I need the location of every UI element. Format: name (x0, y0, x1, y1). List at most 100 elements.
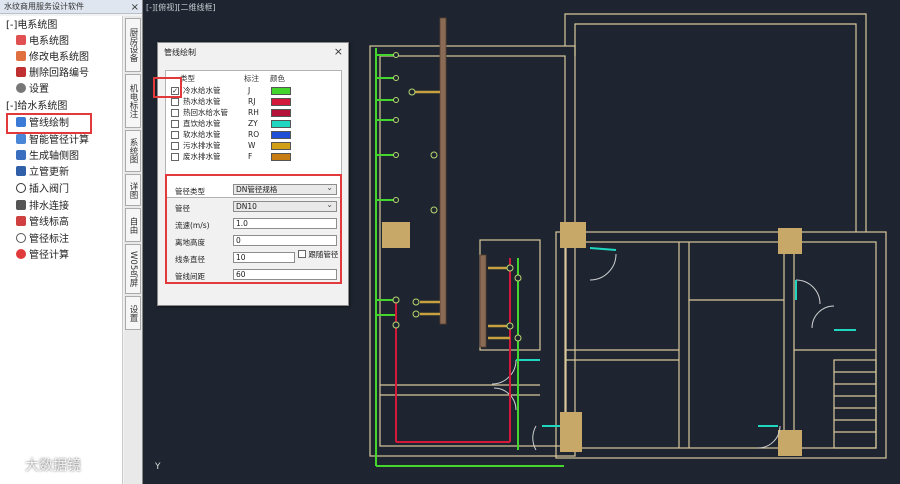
height-label: 离地高度 (175, 238, 205, 247)
pipe-row-sewage[interactable]: 污水排水管 W (171, 141, 339, 151)
delete-icon (16, 67, 26, 77)
tree-item-insert-valve[interactable]: 插入阀门 (16, 182, 69, 197)
tab-free[interactable]: 自由 (125, 208, 141, 242)
tree-item-smart-diameter[interactable]: 智能管径计算 (16, 133, 89, 148)
tree-item-axonometric[interactable]: 生成轴侧图 (16, 149, 79, 164)
pipe-row-drinking[interactable]: 直饮给水管 ZY (171, 119, 339, 129)
diagram-icon (16, 35, 26, 45)
viewport-label[interactable]: [-][俯视][二维线框] (146, 2, 216, 13)
follow-diameter-option[interactable]: 跟随管径 (298, 249, 338, 260)
pipe-row-hot-return[interactable]: 热回水给水管 RH (171, 108, 339, 118)
color-swatch[interactable] (271, 142, 291, 150)
tab-detail[interactable]: 详图 (125, 174, 141, 206)
color-swatch[interactable] (271, 153, 291, 161)
checkbox-hot[interactable] (171, 98, 179, 106)
ucs-axis-label: Y (155, 462, 161, 472)
doors (491, 253, 835, 451)
color-swatch[interactable] (271, 87, 291, 95)
checkbox-soft[interactable] (171, 131, 179, 139)
height-input[interactable]: 0 (233, 235, 337, 246)
draw-pipe-dialog: 管线绘制 × 类型 标注 颜色 ✓ 冷水给水管 J 热水给水管 RJ 热回水给水… (157, 42, 349, 306)
color-swatch[interactable] (271, 120, 291, 128)
tree-item-label: 智能管径计算 (29, 135, 89, 146)
watermark-text: 大数据镜 (25, 458, 81, 474)
pipe-name: 废水排水管 (183, 152, 221, 161)
panel-title: 水纹商用服务设计软件 × (0, 0, 142, 14)
pipe-row-cold[interactable]: ✓ 冷水给水管 J (171, 86, 339, 96)
header-color: 颜色 (270, 74, 285, 83)
pipe-code: J (248, 86, 251, 95)
tab-system-diagram[interactable]: 系统图 (125, 130, 141, 172)
pipe-code: F (248, 152, 253, 161)
checkbox-drinking[interactable] (171, 120, 179, 128)
tree-item-diameter-calc[interactable]: 管径计算 (16, 248, 69, 263)
riser-icon (16, 166, 26, 176)
watermark: 大数据镜 (6, 455, 81, 475)
tree-item-label: 删除回路编号 (29, 68, 89, 79)
panel-title-text: 水纹商用服务设计软件 (4, 2, 84, 11)
tree-item-diameter-label[interactable]: 管径标注 (16, 232, 69, 247)
tree-item-label: 管径标注 (29, 234, 69, 245)
pipe-code: RJ (248, 97, 256, 106)
valve-icon (16, 183, 26, 193)
color-swatch[interactable] (271, 98, 291, 106)
checkbox-hot-return[interactable] (171, 109, 179, 117)
tree-item-settings[interactable]: 设置 (16, 82, 49, 97)
pipe-code: RO (248, 130, 260, 139)
tab-kitchen-equipment[interactable]: 厨房设备 (125, 18, 141, 72)
tree-item-label: 排水连接 (29, 201, 69, 212)
diameter-type-select[interactable]: DN管径规格 (233, 183, 337, 195)
spacing-input[interactable]: 60 (233, 269, 337, 280)
diameter-type-label: 管径类型 (175, 187, 205, 196)
pipe-name: 软水给水管 (183, 130, 221, 139)
pipe-code: W (248, 141, 256, 150)
checkbox-sewage[interactable] (171, 142, 179, 150)
close-icon[interactable]: × (334, 45, 343, 58)
tree-item-pipe-elevation[interactable]: 管线标高 (16, 215, 69, 230)
tree-item-delete-circuit[interactable]: 删除回路编号 (16, 66, 89, 81)
diameter-label: 管径 (175, 204, 190, 213)
door-leaves (516, 247, 856, 427)
tree-group-water[interactable]: [-]给水系统图 (6, 99, 67, 114)
color-swatch[interactable] (271, 109, 291, 117)
tree-item-electric-diagram[interactable]: 电系统图 (16, 34, 69, 49)
tree-item-label: 立管更新 (29, 167, 69, 178)
tree-item-label: 修改电系统图 (29, 52, 89, 63)
tree-group-electric[interactable]: [-]电系统图 (6, 18, 57, 33)
checkbox-waste[interactable] (171, 153, 179, 161)
color-swatch[interactable] (271, 131, 291, 139)
close-icon[interactable]: × (131, 1, 139, 15)
header-type: 类型 (180, 74, 195, 83)
tree-item-label: 管线标高 (29, 217, 69, 228)
pipe-name: 直饮给水管 (183, 119, 221, 128)
axonometric-icon (16, 150, 26, 160)
pipe-params-group: 管径类型 DN管径规格 管径 DN10 流速(m/s) 1.0 离地高度 0 线… (165, 174, 342, 284)
gear-icon (16, 83, 26, 93)
tree-item-edit-electric[interactable]: 修改电系统图 (16, 50, 89, 65)
tree-item-label: 管径计算 (29, 250, 69, 261)
tab-mep-annotation[interactable]: 机电标注 (125, 74, 141, 128)
drain-icon (16, 200, 26, 210)
diameter-select[interactable]: DN10 (233, 200, 337, 212)
tab-w05[interactable]: W05鸟屏 (125, 244, 141, 294)
tree-item-riser-update[interactable]: 立管更新 (16, 165, 69, 180)
pipe-code: RH (248, 108, 259, 117)
tab-settings[interactable]: 设置 (125, 296, 141, 330)
pipe-row-hot[interactable]: 热水给水管 RJ (171, 97, 339, 107)
line-diameter-input[interactable]: 10 (233, 252, 295, 263)
tree-item-label: 电系统图 (29, 36, 69, 47)
pipe-row-soft[interactable]: 软水给水管 RO (171, 130, 339, 140)
highlight-draw-pipe (6, 113, 92, 134)
pipe-name: 热回水给水管 (183, 108, 228, 117)
flow-label: 流速(m/s) (175, 221, 210, 230)
calc-icon (16, 134, 26, 144)
follow-diameter-checkbox[interactable] (298, 250, 306, 258)
highlight-cold-checkbox (153, 77, 182, 98)
pipe-row-waste[interactable]: 废水排水管 F (171, 152, 339, 162)
tree-item-label: 设置 (29, 84, 49, 95)
tree-item-drain-connect[interactable]: 排水连接 (16, 199, 69, 214)
line-diameter-label: 线条直径 (175, 255, 205, 264)
flow-input[interactable]: 1.0 (233, 218, 337, 229)
label-icon (16, 233, 26, 243)
watermark-logo-icon (6, 457, 22, 473)
